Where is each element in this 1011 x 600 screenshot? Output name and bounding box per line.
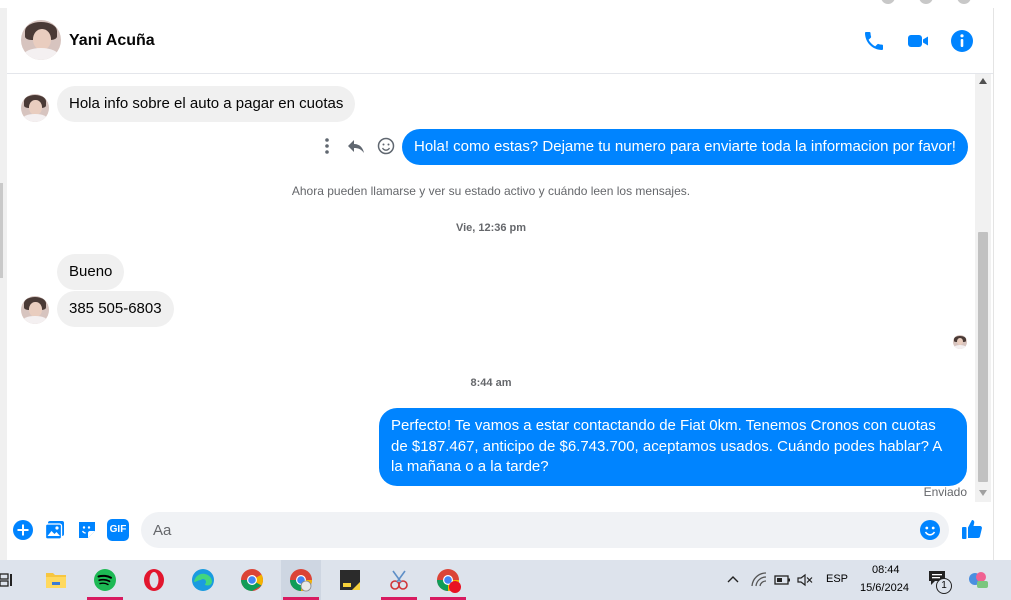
input-language[interactable]: ESP: [826, 573, 848, 585]
sticker-icon[interactable]: [76, 519, 98, 541]
chrome-notification-icon[interactable]: [428, 560, 468, 600]
incoming-message[interactable]: Bueno: [57, 254, 125, 290]
opera-icon[interactable]: [134, 560, 174, 600]
message-input[interactable]: [153, 512, 913, 548]
clock-time[interactable]: 08:44: [872, 564, 900, 576]
scroll-up-arrow[interactable]: [979, 78, 987, 84]
notification-center-button[interactable]: 1: [928, 570, 952, 594]
windows-taskbar: ESP 08:44 15/6/2024 1: [0, 560, 1011, 600]
scroll-thumb[interactable]: [978, 232, 988, 482]
window-top-strip: [0, 0, 1011, 8]
seen-avatar: [953, 335, 967, 349]
clock-date[interactable]: 15/6/2024: [860, 582, 909, 594]
chrome-icon[interactable]: [232, 560, 272, 600]
connection-notice: Ahora pueden llamarse y ver su estado ac…: [291, 184, 691, 198]
contact-name[interactable]: Yani Acuña: [69, 32, 155, 50]
more-options-icon[interactable]: [319, 137, 335, 155]
outgoing-message[interactable]: Perfecto! Te vamos a estar contactando d…: [379, 408, 967, 486]
gif-icon[interactable]: GIF: [107, 519, 129, 541]
react-emoji-icon[interactable]: [377, 137, 395, 155]
timestamp: 8:44 am: [470, 377, 512, 389]
top-icons: [881, 0, 971, 4]
chrome-profile-icon[interactable]: [281, 560, 321, 600]
wifi-icon[interactable]: [751, 572, 767, 588]
snipping-tool-icon[interactable]: [379, 560, 419, 600]
left-panel-edge: [0, 8, 7, 560]
message-composer: GIF: [7, 502, 993, 560]
info-icon[interactable]: [950, 29, 974, 53]
reply-icon[interactable]: [347, 137, 365, 155]
right-gutter: [993, 8, 1011, 560]
task-view-icon[interactable]: [0, 573, 14, 587]
file-explorer-icon[interactable]: [36, 560, 76, 600]
incoming-message[interactable]: Hola info sobre el auto a pagar en cuota…: [57, 86, 356, 122]
phone-icon[interactable]: [862, 29, 886, 53]
incoming-message[interactable]: 385 505-6803: [57, 291, 174, 327]
timestamp: Vie, 12:36 pm: [455, 222, 527, 234]
contact-avatar-small: [21, 296, 49, 324]
outgoing-message[interactable]: Hola! como estas? Dejame tu numero para …: [402, 129, 968, 165]
scroll-down-arrow[interactable]: [979, 490, 987, 496]
sticky-notes-icon[interactable]: [330, 560, 370, 600]
video-camera-icon[interactable]: [906, 29, 930, 53]
emoji-icon[interactable]: [919, 519, 941, 541]
message-actions: [319, 137, 395, 155]
message-list[interactable]: Hola info sobre el auto a pagar en cuota…: [7, 74, 975, 502]
notification-count-badge: 1: [936, 578, 952, 594]
image-icon[interactable]: [44, 519, 66, 541]
weather-widget-icon[interactable]: [967, 570, 989, 590]
battery-icon[interactable]: [773, 573, 791, 587]
contact-avatar[interactable]: [21, 20, 61, 60]
message-status: Enviado: [923, 485, 967, 499]
like-icon[interactable]: [960, 517, 984, 541]
spotify-icon[interactable]: [85, 560, 125, 600]
message-input-wrapper: [141, 512, 949, 548]
show-hidden-icons-chevron-icon[interactable]: [727, 574, 739, 584]
scrollbar[interactable]: [975, 74, 991, 502]
volume-muted-icon[interactable]: [797, 573, 813, 587]
plus-icon[interactable]: [12, 519, 34, 541]
edge-icon[interactable]: [183, 560, 223, 600]
contact-avatar-small: [21, 94, 49, 122]
chat-header: Yani Acuña: [7, 8, 993, 74]
